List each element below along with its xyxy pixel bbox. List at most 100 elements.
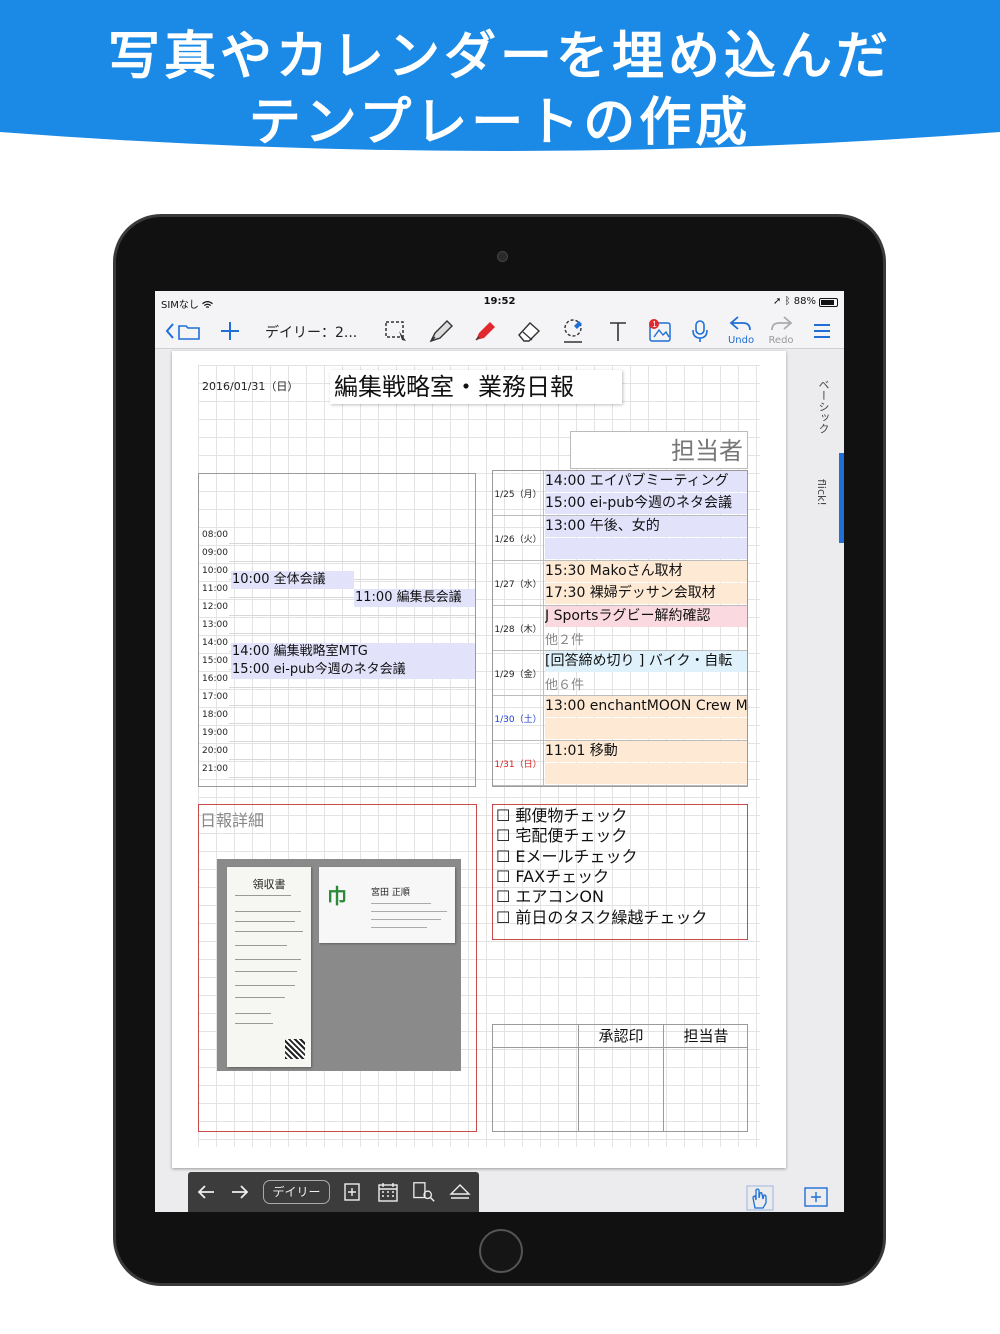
week-event[interactable]: 13:00 午後、女的: [545, 516, 747, 537]
approval-stamp-table: 承認印 担当昔: [492, 1024, 748, 1132]
marker-pen-button[interactable]: [469, 315, 501, 347]
week-event[interactable]: 14:00 エイパブミーティング: [545, 471, 747, 492]
checklist-item[interactable]: ☐ 宅配便チェック: [496, 826, 627, 846]
qr-code: [285, 1039, 305, 1059]
previous-page-button[interactable]: [194, 1180, 218, 1204]
week-day-label: 1/30（土）: [493, 696, 544, 741]
page-navigation-bar: デイリー: [188, 1172, 479, 1212]
app-screen: SIMなし 19:52 ➚ ᛒ 88% デイリー：2... 1 Undo Red…: [155, 291, 844, 1212]
timeline-hour-label: 11:00: [202, 584, 228, 594]
person-in-charge-field[interactable]: 担当者: [570, 431, 748, 469]
fountain-pen-icon: [429, 320, 453, 343]
notebook-name-pill[interactable]: デイリー: [263, 1180, 330, 1204]
page-search-button[interactable]: [412, 1180, 436, 1204]
image-insert-button[interactable]: 1: [645, 315, 677, 347]
add-page-bottom-button[interactable]: [340, 1180, 364, 1204]
timeline-hour-label: 16:00: [202, 674, 228, 684]
week-day-row[interactable]: 1/31（日） 11:01 移動: [493, 741, 747, 786]
text-tool-button[interactable]: [603, 315, 633, 347]
timeline-hour-line: [229, 561, 475, 562]
shape-select-button[interactable]: [557, 315, 589, 347]
approval-header: 担当昔: [683, 1027, 729, 1045]
back-to-folder-button[interactable]: [163, 315, 203, 347]
next-page-button[interactable]: [228, 1180, 252, 1204]
week-event[interactable]: 17:30 裸婦デッサン会取材: [545, 583, 747, 604]
week-day-label: 1/28（木）: [493, 606, 544, 651]
week-event[interactable]: 13:00 enchantMOON Crew M: [545, 696, 747, 717]
page-title[interactable]: 編集戦略室・業務日報: [330, 370, 622, 404]
status-bar: SIMなし 19:52 ➚ ᛒ 88%: [155, 291, 844, 313]
eject-icon: [449, 1184, 471, 1199]
daily-checklist: ☐ 郵便物チェック ☐ 宅配便チェック ☐ Eメールチェック ☐ FAXチェック ☐ エ…: [492, 804, 748, 940]
tab-flick[interactable]: flick!: [815, 479, 828, 506]
timeline-hour-label: 15:00: [202, 656, 228, 666]
active-tab-indicator: [839, 453, 844, 543]
fountain-pen-button[interactable]: [425, 315, 457, 347]
eraser-button[interactable]: [513, 315, 545, 347]
add-tab-icon: [804, 1187, 828, 1207]
receipt-title: 領収書: [252, 878, 286, 891]
notebook-title[interactable]: デイリー：2...: [265, 322, 357, 342]
week-day-label: 1/26（火）: [493, 516, 544, 561]
timeline-hour-line: [229, 741, 475, 742]
week-day-row[interactable]: 1/30（土） 13:00 enchantMOON Crew M: [493, 696, 747, 741]
week-event-fill: [545, 763, 747, 784]
timeline-event[interactable]: 14:00 編集戦略室MTG: [231, 643, 475, 661]
arrow-left-icon: [197, 1185, 214, 1199]
week-more-count[interactable]: 他６件: [545, 674, 584, 693]
week-day-row[interactable]: 1/25（月） 14:00 エイパブミーティング 15:00 ei-pub今週のネタ…: [493, 471, 747, 516]
add-tab-button[interactable]: [801, 1184, 831, 1212]
undo-icon: [729, 316, 751, 331]
timeline-hour-line: [229, 543, 475, 544]
collapse-bar-button[interactable]: [448, 1180, 472, 1204]
timeline-hour-line: [229, 687, 475, 688]
checklist-item[interactable]: ☐ Eメールチェック: [496, 847, 638, 867]
checklist-item[interactable]: ☐ FAXチェック: [496, 867, 609, 887]
timeline-event[interactable]: 15:00 ei-pub今週のネタ会議: [231, 661, 475, 679]
timeline-hour-label: 09:00: [202, 548, 228, 558]
tab-basic[interactable]: ベーシック: [815, 379, 831, 434]
image-insert-icon: 1: [649, 319, 671, 342]
receipt-image: 領収書: [227, 867, 311, 1067]
battery-icon: [819, 298, 838, 307]
week-event[interactable]: 15:30 Makoさん取材: [545, 561, 747, 582]
embedded-photo[interactable]: 領収書 巾 宮田 正順: [217, 859, 461, 1071]
week-event[interactable]: J Sportsラグビー解約確認: [545, 606, 747, 627]
redo-button[interactable]: Redo: [761, 315, 801, 347]
business-card-image: 巾 宮田 正順: [319, 867, 455, 943]
week-event[interactable]: 11:01 移動: [545, 741, 747, 762]
week-day-row[interactable]: 1/28（木） J Sportsラグビー解約確認 他２件: [493, 606, 747, 651]
week-day-row[interactable]: 1/29（金） [回答締め切り ] バイク・自転 他６件: [493, 651, 747, 696]
week-event[interactable]: [回答締め切り ] バイク・自転: [545, 651, 747, 672]
week-event[interactable]: 15:00 ei-pub今週のネタ会議: [545, 493, 747, 514]
microphone-icon: [692, 320, 708, 342]
shape-select-icon: [564, 319, 582, 343]
week-day-row[interactable]: 1/26（火） 13:00 午後、女的: [493, 516, 747, 561]
checklist-item[interactable]: ☐ エアコンON: [496, 887, 604, 907]
home-button[interactable]: [479, 1229, 523, 1273]
hand-pointer-icon: [746, 1185, 774, 1211]
add-page-button[interactable]: [217, 315, 243, 347]
week-more-count[interactable]: 他２件: [545, 629, 584, 648]
card-name: 宮田 正順: [371, 888, 410, 898]
timeline-event[interactable]: 10:00 全体会議: [231, 571, 354, 589]
lasso-select-button[interactable]: [381, 315, 413, 347]
timeline-hour-label: 10:00: [202, 566, 228, 576]
timeline-hour-label: 08:00: [202, 530, 228, 540]
week-event-fill: [545, 538, 747, 559]
week-day-row[interactable]: 1/27（水） 15:30 Makoさん取材 17:30 裸婦デッサン会取材: [493, 561, 747, 606]
week-day-label: 1/29（金）: [493, 651, 544, 696]
checklist-item[interactable]: ☐ 郵便物チェック: [496, 806, 627, 826]
banner-title-line1: 写真やカレンダーを埋め込んだ: [107, 27, 892, 87]
microphone-button[interactable]: [685, 315, 715, 347]
notebook-tabs: ベーシック flick!: [795, 351, 844, 1212]
checklist-item[interactable]: ☐ 前日のタスク繰越チェック: [496, 908, 707, 928]
menu-button[interactable]: [807, 315, 837, 347]
week-day-label: 1/25（月）: [493, 471, 544, 516]
daily-report-detail-box[interactable]: 日報詳細 領収書 巾 宮田 正順: [198, 804, 477, 1132]
gesture-toggle-button[interactable]: [745, 1184, 775, 1212]
notebook-page[interactable]: 2016/01/31（日） 編集戦略室・業務日報 担当者 21:00 20:00 1…: [172, 351, 786, 1168]
undo-button[interactable]: Undo: [721, 315, 761, 347]
calendar-button[interactable]: [376, 1180, 400, 1204]
timeline-event[interactable]: 11:00 編集長会議: [354, 589, 475, 607]
